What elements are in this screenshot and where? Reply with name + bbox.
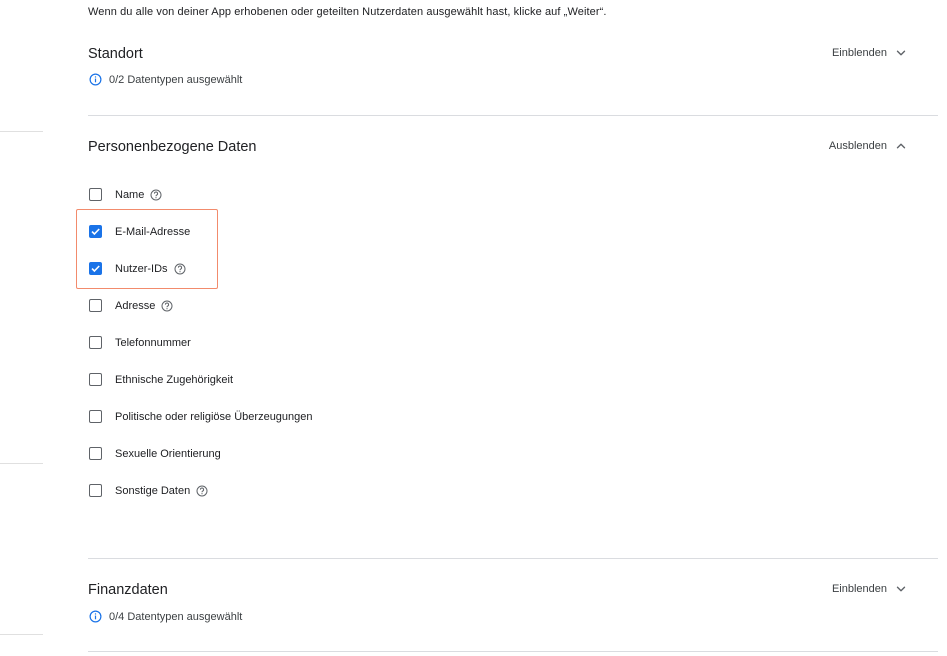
chevron-down-icon (896, 586, 906, 592)
section-divider (88, 558, 938, 559)
checkbox-label: E-Mail-Adresse (115, 225, 191, 238)
section-divider (88, 115, 938, 116)
chevron-up-icon (896, 143, 906, 149)
financial-expand-label: Einblenden (831, 583, 887, 595)
chevron-down-icon (896, 50, 906, 56)
personal-collapse-button[interactable]: Ausblenden (829, 140, 907, 152)
financial-expand-button[interactable]: Einblenden (832, 583, 907, 595)
section-title-financial: Finanzdaten (88, 582, 168, 598)
highlight-selection-box (76, 209, 218, 289)
checkbox-row-name[interactable]: Name (88, 188, 162, 201)
location-summary-text: 0/2 Datentypen ausgewählt (109, 73, 243, 86)
check-icon (91, 265, 100, 273)
checkbox[interactable] (89, 373, 102, 386)
checkbox-label: Sonstige Daten (115, 484, 191, 497)
checkbox-row-email[interactable]: E-Mail-Adresse (88, 225, 190, 238)
checkbox-label: Adresse (115, 299, 156, 312)
checkbox[interactable] (89, 410, 102, 423)
help-circle-icon[interactable] (161, 300, 173, 312)
section-title-personal: Personenbezogene Daten (88, 139, 257, 155)
checkbox-row-other[interactable]: Sonstige Daten (88, 484, 208, 497)
checkbox-row-beliefs[interactable]: Politische oder religiöse Überzeugungen (88, 410, 313, 423)
checkbox[interactable] (89, 299, 102, 312)
checkbox-row-ethnicity[interactable]: Ethnische Zugehörigkeit (88, 373, 233, 386)
checkbox-label: Name (115, 188, 145, 201)
intro-instruction: Wenn du alle von deiner App erhobenen od… (88, 6, 607, 18)
checkbox[interactable] (89, 484, 102, 497)
checkbox[interactable] (89, 188, 102, 201)
sidebar-divider (0, 131, 43, 132)
help-circle-icon[interactable] (196, 485, 208, 497)
sidebar-divider (0, 634, 43, 635)
checkbox-label: Politische oder religiöse Überzeugungen (115, 410, 313, 423)
info-icon (89, 610, 102, 623)
checkbox-row-address[interactable]: Adresse (88, 299, 173, 312)
help-circle-icon[interactable] (174, 263, 186, 275)
checkbox[interactable] (89, 447, 102, 460)
checkbox-label: Nutzer-IDs (115, 262, 168, 275)
section-divider (88, 651, 938, 652)
checkbox-label: Telefonnummer (115, 336, 191, 349)
checkbox[interactable] (89, 262, 102, 275)
checkbox-label: Sexuelle Orientierung (115, 447, 221, 460)
location-summary: 0/2 Datentypen ausgewählt (89, 73, 242, 86)
location-expand-button[interactable]: Einblenden (832, 47, 907, 59)
checkbox-row-orientation[interactable]: Sexuelle Orientierung (88, 447, 221, 460)
help-circle-icon[interactable] (150, 189, 162, 201)
section-title-location: Standort (88, 46, 143, 62)
checkbox[interactable] (89, 336, 102, 349)
checkbox-label: Ethnische Zugehörigkeit (115, 373, 234, 386)
checkbox[interactable] (89, 225, 102, 238)
info-icon (89, 73, 102, 86)
financial-summary: 0/4 Datentypen ausgewählt (89, 610, 242, 623)
checkbox-row-user-ids[interactable]: Nutzer-IDs (88, 262, 186, 275)
check-icon (91, 228, 100, 236)
location-expand-label: Einblenden (831, 47, 887, 59)
checkbox-row-phone[interactable]: Telefonnummer (88, 336, 191, 349)
financial-summary-text: 0/4 Datentypen ausgewählt (109, 610, 243, 623)
personal-collapse-label: Ausblenden (828, 140, 887, 152)
sidebar-divider (0, 463, 43, 464)
